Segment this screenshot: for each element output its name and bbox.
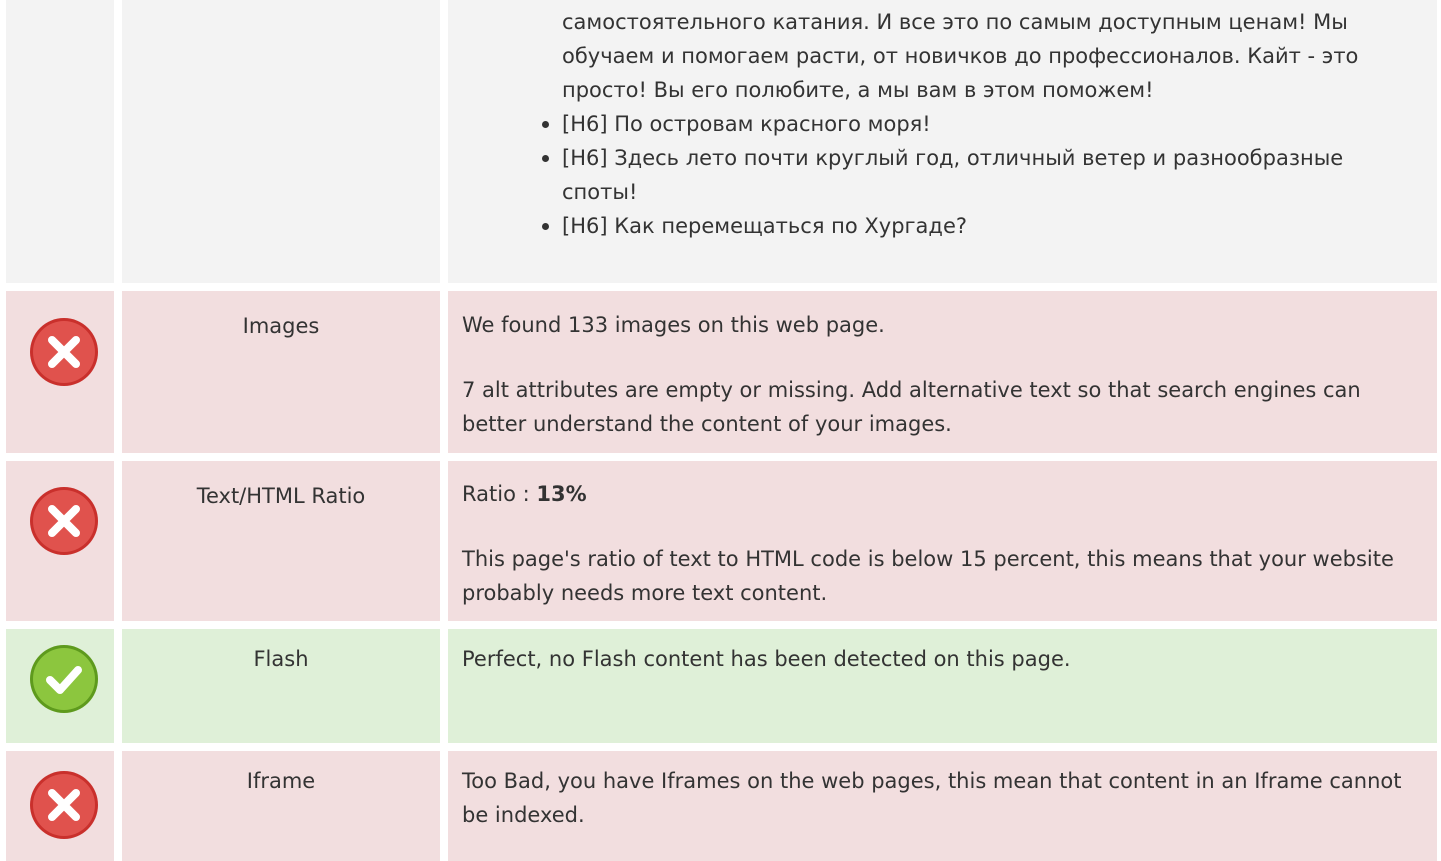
headings-list-item: [H6] Как перемещаться по Хургаде? <box>542 209 1417 243</box>
images-body-cell: We found 133 images on this web page. 7 … <box>448 291 1437 453</box>
check-body: We found 133 images on this web page. 7 … <box>462 308 1417 441</box>
headings-name-cell <box>122 0 440 283</box>
images-check-row: Images We found 133 images on this web p… <box>0 291 1441 453</box>
headings-list: самостоятельного катания. И все это по с… <box>542 5 1417 243</box>
headings-list-container: самостоятельного катания. И все это по с… <box>448 0 1437 283</box>
images-name-cell: Images <box>122 291 440 453</box>
check-summary: Perfect, no Flash content has been detec… <box>462 647 1071 671</box>
headings-list-item: самостоятельного катания. И все это по с… <box>562 10 1359 102</box>
seo-report: самостоятельного катания. И все это по с… <box>0 0 1441 861</box>
check-summary: Too Bad, you have Iframes on the web pag… <box>462 769 1402 827</box>
check-name: Iframe <box>246 769 316 793</box>
flash-body-cell: Perfect, no Flash content has been detec… <box>448 629 1437 743</box>
iframe-body-cell: Too Bad, you have Iframes on the web pag… <box>448 751 1437 861</box>
check-name: Images <box>242 314 320 338</box>
ratio-name-cell: Text/HTML Ratio <box>122 461 440 621</box>
ratio-check-row: Text/HTML Ratio Ratio : 13% This page's … <box>0 461 1441 621</box>
iframe-check-row: Iframe Too Bad, you have Iframes on the … <box>0 751 1441 861</box>
headings-list-item: [H6] Здесь лето почти круглый год, отлич… <box>542 141 1417 209</box>
iframe-status-cell <box>6 751 114 861</box>
check-advice: This page's ratio of text to HTML code i… <box>462 547 1394 605</box>
check-summary: We found 133 images on this web page. <box>462 313 885 337</box>
error-x-icon <box>30 771 98 839</box>
check-advice: 7 alt attributes are empty or missing. A… <box>462 378 1361 436</box>
check-body: Perfect, no Flash content has been detec… <box>462 642 1417 676</box>
check-name: Flash <box>253 647 309 671</box>
flash-name-cell: Flash <box>122 629 440 743</box>
iframe-name-cell: Iframe <box>122 751 440 861</box>
images-status-cell <box>6 291 114 453</box>
flash-check-row: Flash Perfect, no Flash content has been… <box>0 629 1441 743</box>
headings-list-item: [H6] По островам красного моря! <box>542 107 1417 141</box>
ratio-body-cell: Ratio : 13% This page's ratio of text to… <box>448 461 1437 621</box>
ratio-label: Ratio : <box>462 482 537 506</box>
headings-row: самостоятельного катания. И все это по с… <box>0 0 1441 283</box>
check-name: Text/HTML Ratio <box>196 484 366 508</box>
headings-icon-cell <box>6 0 114 283</box>
ratio-line: Ratio : 13% <box>462 477 1417 511</box>
ratio-status-cell <box>6 461 114 621</box>
error-x-icon <box>30 318 98 386</box>
error-x-icon <box>30 487 98 555</box>
ratio-value: 13% <box>536 482 587 506</box>
check-icon <box>30 645 98 713</box>
flash-status-cell <box>6 629 114 743</box>
check-body: Ratio : 13% This page's ratio of text to… <box>462 477 1417 610</box>
check-body: Too Bad, you have Iframes on the web pag… <box>462 764 1417 832</box>
